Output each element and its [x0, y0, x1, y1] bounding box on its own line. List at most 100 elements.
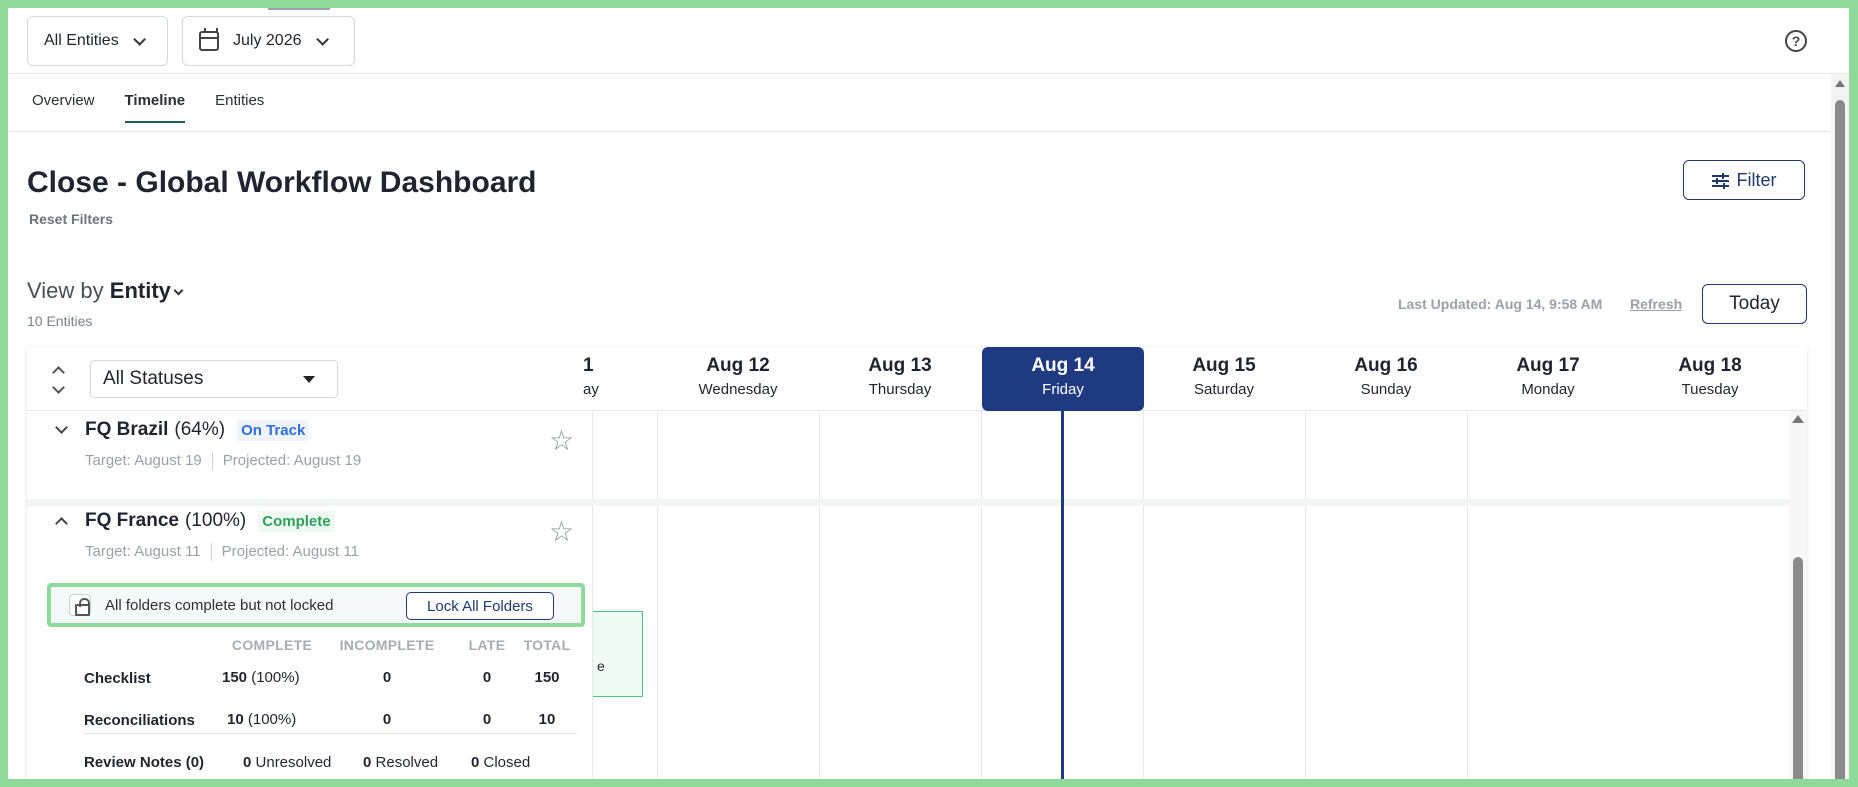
day-header-partial: 1 ay	[577, 347, 637, 411]
day-header: Aug 13 Thursday	[819, 347, 981, 411]
view-by-prefix: View by	[27, 278, 104, 303]
reconciliations-complete-count: 10	[227, 711, 244, 728]
page-scroll-thumb[interactable]	[1835, 100, 1845, 779]
stats-header-complete: COMPLETE	[231, 637, 313, 653]
reconciliations-label[interactable]: Reconciliations	[84, 712, 195, 729]
stats-header-late: LATE	[468, 637, 506, 653]
grid-line	[1143, 411, 1144, 779]
grid-line	[657, 411, 658, 779]
caret-down-icon	[303, 376, 315, 383]
day-weekday: Friday	[1042, 381, 1084, 398]
view-by-selector[interactable]: View by Entity	[27, 278, 184, 304]
tab-overview[interactable]: Overview	[32, 92, 95, 123]
entity-separator	[27, 499, 593, 506]
entity-name[interactable]: FQ France	[85, 510, 179, 532]
filter-button[interactable]: Filter	[1683, 160, 1805, 200]
reconciliations-complete-pct: (100%)	[247, 711, 297, 728]
toolbar-accent	[268, 8, 330, 10]
checklist-label[interactable]: Checklist	[84, 670, 151, 687]
closed-count: 0	[471, 754, 480, 771]
day-header: Aug 12 Wednesday	[657, 347, 819, 411]
timeline-scrollbar[interactable]	[1789, 411, 1807, 779]
stats-header-total: TOTAL	[523, 637, 571, 653]
lock-all-folders-button[interactable]: Lock All Folders	[406, 592, 554, 620]
lock-message: All folders complete but not locked	[105, 596, 334, 614]
target-date: Target: August 19	[85, 452, 202, 469]
checklist-incomplete: 0	[382, 669, 392, 686]
timeline-scroll-thumb[interactable]	[1793, 557, 1803, 779]
day-header-today: Aug 14 Friday	[982, 347, 1144, 411]
entity-count: 10 Entities	[27, 313, 93, 329]
checklist-total: 150	[534, 669, 560, 686]
entity-row-fq-france[interactable]: FQ France (100%) Complete	[85, 510, 335, 532]
chevron-down-icon	[132, 32, 146, 46]
today-marker-line	[1061, 411, 1064, 779]
closed-label: Closed	[483, 754, 531, 771]
page-scrollbar[interactable]	[1831, 74, 1849, 779]
grid-line	[981, 411, 982, 779]
day-weekday: Sunday	[1360, 381, 1412, 398]
view-by-value[interactable]: Entity	[110, 278, 171, 303]
divider	[210, 543, 212, 561]
collapse-chevron-icon[interactable]	[55, 517, 68, 530]
day-date: Aug 16	[1354, 355, 1418, 376]
tab-timeline[interactable]: Timeline	[124, 92, 186, 123]
checklist-complete: 150 (100%)	[222, 669, 300, 686]
help-icon[interactable]: ?	[1785, 30, 1807, 52]
gantt-bar-fq-france[interactable]: e	[593, 611, 643, 697]
resolved-label: Resolved	[375, 754, 439, 771]
refresh-link[interactable]: Refresh	[1630, 296, 1682, 312]
reset-filters-link[interactable]: Reset Filters	[29, 211, 113, 227]
entity-select[interactable]: All Entities	[27, 16, 168, 66]
unresolved-label: Unresolved	[255, 754, 332, 771]
review-notes-unresolved: 0 Unresolved	[243, 754, 331, 771]
review-notes-closed: 0 Closed	[471, 754, 530, 771]
scroll-up-icon[interactable]	[1792, 415, 1804, 423]
sort-icon[interactable]	[51, 365, 65, 395]
day-date: Aug 15	[1192, 355, 1256, 376]
review-notes-label[interactable]: Review Notes (0)	[84, 754, 204, 771]
reconciliations-late: 0	[482, 711, 492, 728]
entity-percent: (100%)	[184, 510, 247, 531]
checklist-complete-pct: (100%)	[251, 669, 300, 686]
expand-chevron-icon[interactable]	[55, 421, 68, 434]
grid-line	[819, 411, 820, 779]
day-weekday: Monday	[1521, 381, 1575, 398]
grid-line	[1467, 411, 1468, 779]
today-button[interactable]: Today	[1702, 284, 1807, 324]
entity-select-label: All Entities	[44, 32, 119, 49]
status-badge: Complete	[258, 510, 335, 532]
day-weekday: Wednesday	[698, 381, 778, 398]
chevron-down-icon	[173, 285, 184, 296]
status-filter-label: All Statuses	[103, 368, 204, 389]
gantt-bar-label: e	[597, 658, 605, 674]
entity-dates: Target: August 19 Projected: August 19	[85, 452, 361, 470]
target-date: Target: August 11	[85, 543, 201, 560]
scroll-up-icon[interactable]	[1835, 80, 1845, 87]
period-select-label: July 2026	[233, 32, 302, 49]
entity-dates: Target: August 11 Projected: August 11	[85, 543, 359, 561]
resolved-count: 0	[363, 754, 372, 771]
day-date: Aug 18	[1678, 355, 1742, 376]
day-header: Aug 18 Tuesday	[1629, 347, 1791, 411]
day-header: Aug 15 Saturday	[1143, 347, 1305, 411]
entity-name[interactable]: FQ Brazil	[85, 419, 168, 441]
entity-percent: (64%)	[174, 419, 226, 440]
star-icon[interactable]: ☆	[549, 518, 574, 546]
entity-row-fq-brazil[interactable]: FQ Brazil (64%) On Track	[85, 419, 310, 441]
status-filter-select[interactable]: All Statuses	[90, 360, 338, 398]
stats-divider	[84, 733, 577, 734]
tabs-divider	[8, 131, 1830, 132]
day-weekday: Thursday	[868, 381, 932, 398]
tab-entities[interactable]: Entities	[215, 92, 264, 123]
checklist-late: 0	[482, 669, 492, 686]
day-weekday: Saturday	[1193, 381, 1255, 398]
sliders-icon	[1711, 172, 1729, 189]
period-select[interactable]: July 2026	[182, 16, 355, 66]
status-badge: On Track	[237, 419, 310, 441]
star-icon[interactable]: ☆	[549, 427, 574, 455]
unresolved-count: 0	[243, 754, 252, 771]
day-date: Aug 12	[706, 355, 770, 376]
calendar-icon	[199, 28, 219, 51]
stats-header-incomplete: INCOMPLETE	[339, 637, 435, 653]
